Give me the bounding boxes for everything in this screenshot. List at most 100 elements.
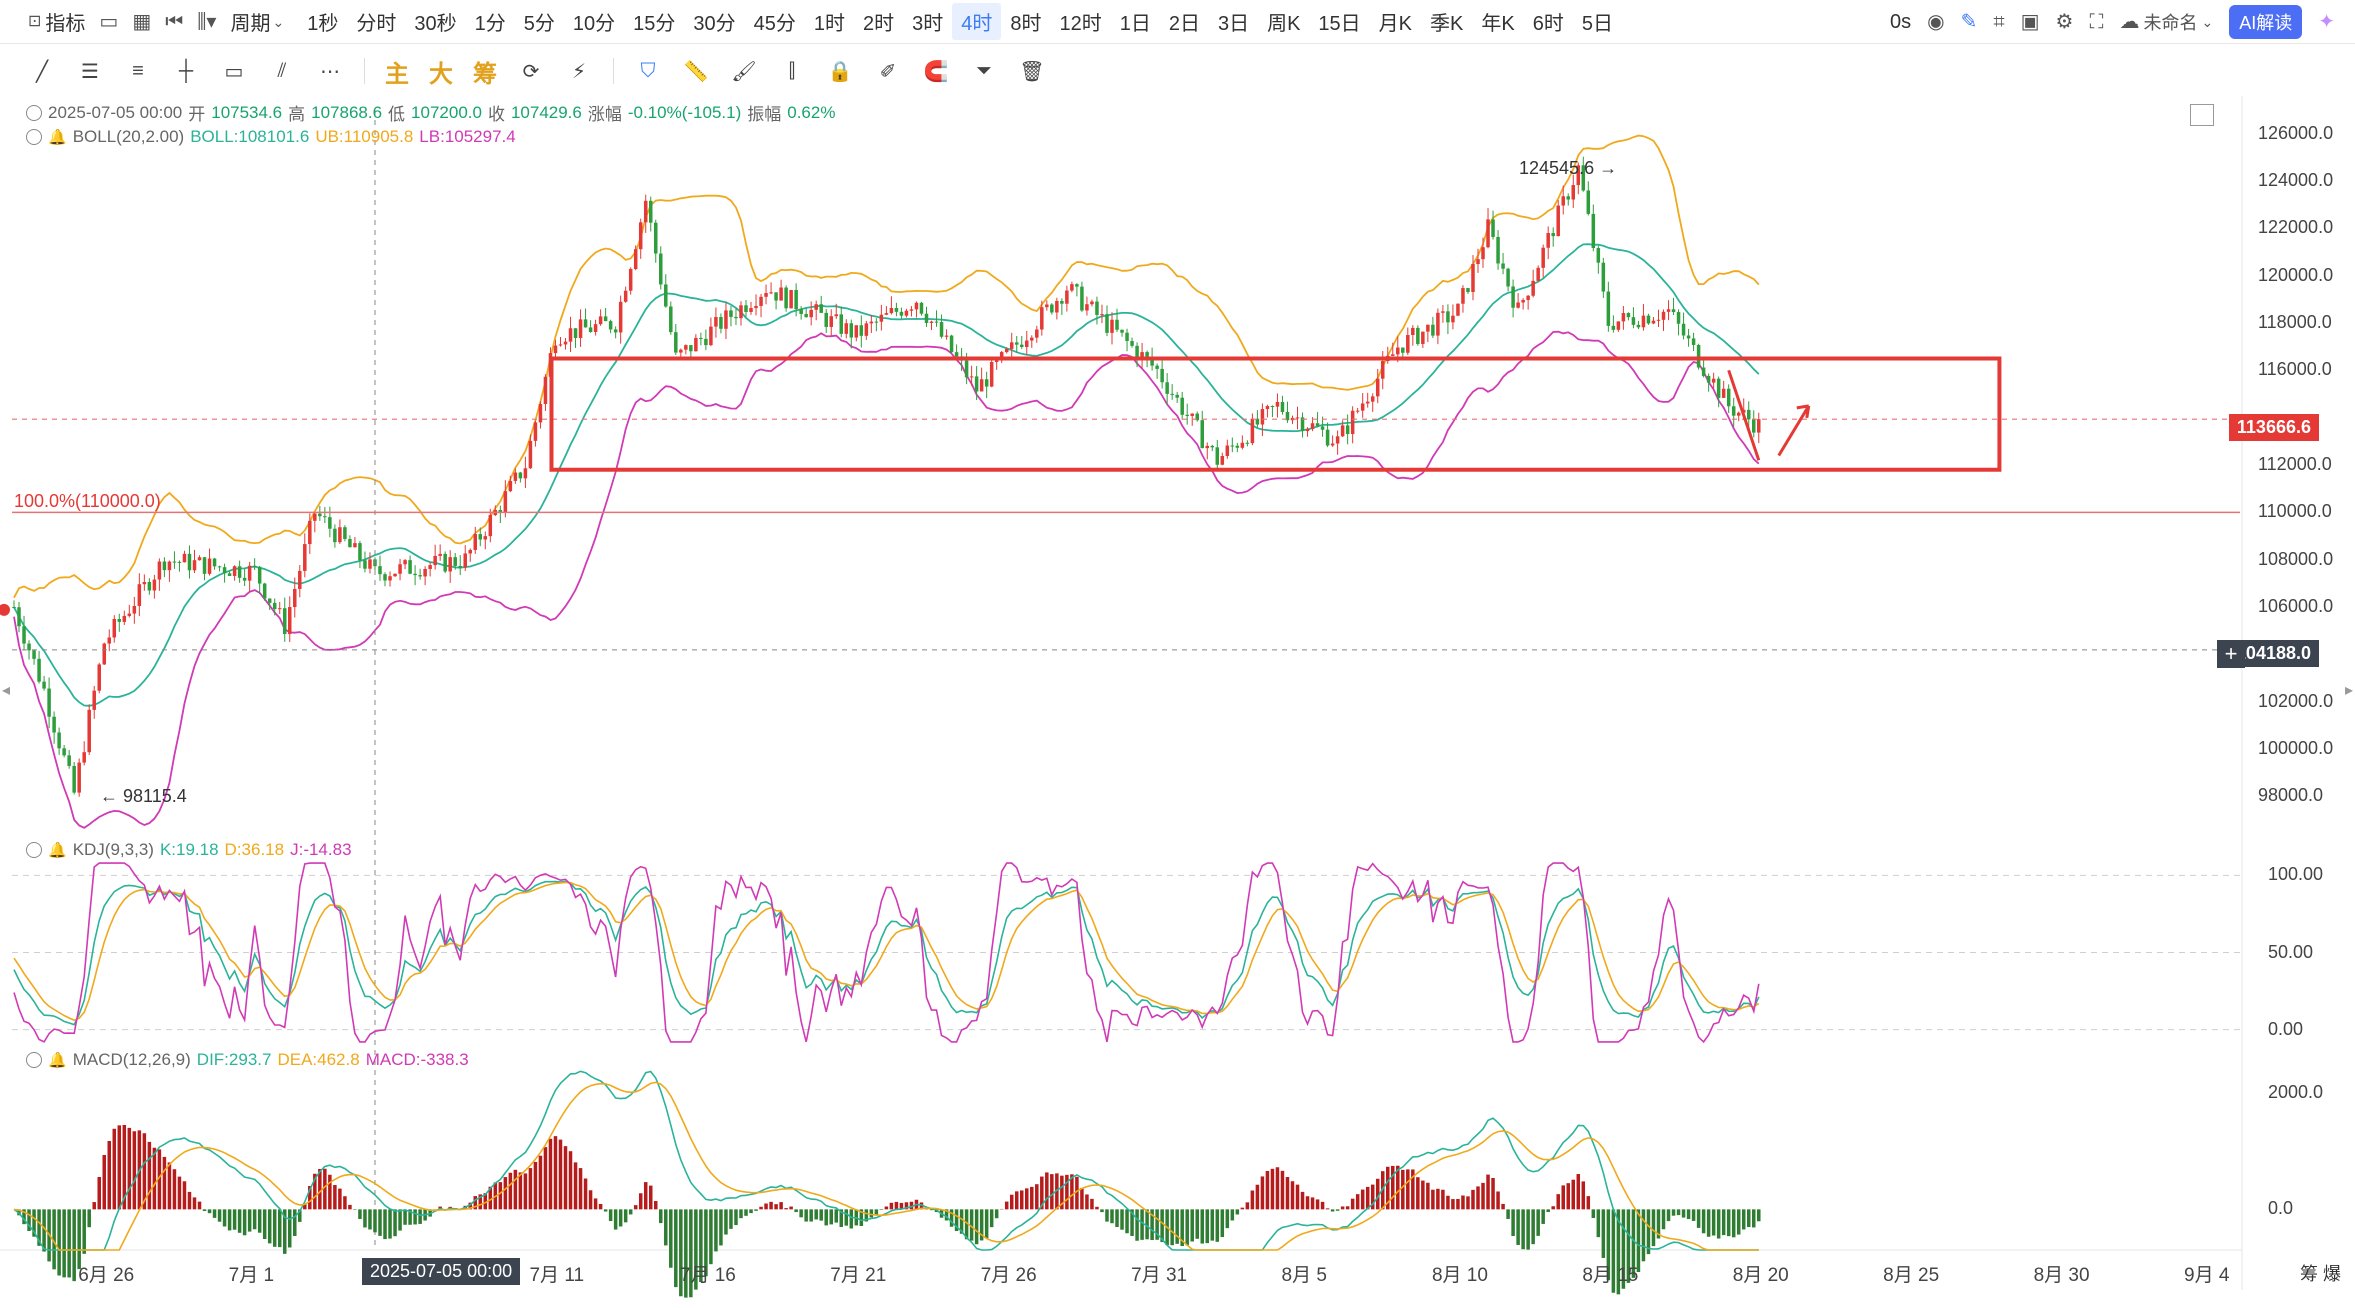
candles-icon[interactable]: ⫿ <box>778 57 806 85</box>
main-force-tool[interactable]: 主 <box>385 54 409 89</box>
candle-body <box>1406 334 1410 353</box>
period-tab[interactable]: 6时 <box>1524 3 1573 40</box>
add-alert-icon[interactable]: + <box>2217 640 2245 668</box>
candle-body <box>689 345 693 352</box>
period-tab[interactable]: 年K <box>1472 3 1523 40</box>
edit-icon[interactable]: ✐ <box>874 57 902 85</box>
ai-interpret-button[interactable]: AI解读 <box>2229 5 2303 39</box>
ruler-icon[interactable]: 📏 <box>682 57 710 85</box>
trash-icon[interactable]: 🗑 <box>1018 57 1046 85</box>
filter-icon[interactable]: ⏷ <box>970 57 998 85</box>
period-tab[interactable]: 季K <box>1421 3 1472 40</box>
pen-icon[interactable]: ✎ <box>1961 12 1978 32</box>
period-tab[interactable]: 30秒 <box>405 3 465 40</box>
line-tool-icon[interactable]: ╱ <box>28 57 56 85</box>
magnet-icon[interactable]: 🧲 <box>922 57 950 85</box>
period-tab[interactable]: 12时 <box>1050 3 1110 40</box>
bell-icon[interactable]: 🔔 <box>48 841 67 859</box>
candle-body <box>1486 219 1490 248</box>
period-tab[interactable]: 30分 <box>684 3 744 40</box>
scroll-left-icon[interactable]: ◂ <box>2 680 10 700</box>
camera-icon[interactable]: ◉ <box>1927 12 1944 32</box>
chips-tool[interactable]: 筹 <box>473 54 497 89</box>
candle-body <box>543 376 548 404</box>
candle-body <box>338 527 342 543</box>
period-tab[interactable]: 周K <box>1258 3 1309 40</box>
fullscreen-icon[interactable]: ⛶ <box>2089 12 2103 32</box>
boll-lower-band <box>13 330 1760 829</box>
period-tab[interactable]: 10分 <box>564 3 624 40</box>
magic-icon[interactable]: ⚡ <box>565 57 593 85</box>
period-tab[interactable]: 4时 <box>952 3 1002 40</box>
period-tab[interactable]: 5分 <box>515 3 564 40</box>
chevron-down-icon: ⌄ <box>272 13 285 30</box>
period-tab[interactable]: 15日 <box>1309 3 1369 40</box>
candle-body <box>1391 354 1395 356</box>
period-tab[interactable]: 月K <box>1370 3 1421 40</box>
period-tab[interactable]: 2时 <box>854 3 903 40</box>
candle-body <box>1461 288 1465 304</box>
lock-icon[interactable]: 🔒 <box>826 57 854 85</box>
crop-icon[interactable]: ⌗ <box>1993 12 2004 32</box>
layout-icon[interactable]: ▦ <box>132 12 151 32</box>
candle-body <box>242 577 247 581</box>
candle-body <box>528 440 533 469</box>
period-tab[interactable]: 分时 <box>347 3 405 40</box>
open-value: 107534.6 <box>211 102 283 122</box>
candle-body <box>1686 335 1691 339</box>
bottom-right-tools[interactable]: 筹 爆 <box>2300 1260 2341 1286</box>
period-tab[interactable]: 1分 <box>466 3 515 40</box>
collapse-icon[interactable] <box>26 1052 42 1068</box>
indicator-button[interactable]: ⊡ 指标 <box>28 7 85 36</box>
account-dropdown[interactable]: ☁ 未命名 ⌄ <box>2119 9 2213 35</box>
collapse-icon[interactable] <box>26 129 42 145</box>
candle-body <box>934 321 939 323</box>
period-tab[interactable]: 15分 <box>624 3 684 40</box>
sync-icon[interactable]: ⟳ <box>517 57 545 85</box>
channel-icon[interactable]: ≡ <box>124 57 152 85</box>
period-tab[interactable]: 1日 <box>1111 3 1160 40</box>
candle-body <box>1220 455 1225 465</box>
candle-body <box>1436 312 1440 336</box>
big-order-tool[interactable]: 大 <box>429 54 453 89</box>
candle-body <box>899 311 904 316</box>
period-tab[interactable]: 5日 <box>1573 3 1622 40</box>
period-dropdown[interactable]: 周期 ⌄ <box>230 7 284 36</box>
rectangle-icon[interactable]: ▭ <box>220 57 248 85</box>
period-tab[interactable]: 3日 <box>1209 3 1258 40</box>
price-axis-label: 102000.0 <box>2258 690 2334 711</box>
scroll-right-icon[interactable]: ▸ <box>2345 680 2353 700</box>
collapse-icon[interactable] <box>26 842 42 858</box>
calendar-icon[interactable]: ▭ <box>99 12 118 32</box>
brush-icon[interactable]: 🖌 <box>730 57 758 85</box>
period-tab[interactable]: 45分 <box>745 3 805 40</box>
candle-body <box>252 565 257 567</box>
candle-body <box>1506 268 1510 287</box>
chart-type-icon[interactable]: ⫼▾ <box>197 12 216 32</box>
candle-body <box>1305 428 1310 432</box>
candle-body <box>553 345 558 354</box>
period-tab[interactable]: 1秒 <box>298 3 347 40</box>
snapshot-icon[interactable]: ▣ <box>2021 12 2040 32</box>
fib-tool-icon[interactable]: ⫽ <box>268 57 296 85</box>
period-tab[interactable]: 1时 <box>805 3 854 40</box>
expand-icon[interactable] <box>2190 104 2214 126</box>
candle-body <box>232 566 237 576</box>
period-tab[interactable]: 3时 <box>903 3 952 40</box>
settings-icon[interactable]: ⚙ <box>2056 12 2074 32</box>
collapse-icon[interactable] <box>26 104 42 121</box>
chart-canvas[interactable] <box>0 96 2355 1308</box>
parallel-lines-icon[interactable]: ☰ <box>76 57 104 85</box>
period-tab[interactable]: 8时 <box>1001 3 1050 40</box>
period-tab[interactable]: 2日 <box>1160 3 1209 40</box>
horizontal-line-icon[interactable]: ┼ <box>172 57 200 85</box>
candle-body <box>864 323 869 336</box>
candle-body <box>1441 311 1445 313</box>
replay-icon[interactable]: ⏮ <box>165 12 183 32</box>
more-tools-icon[interactable]: ⋯ <box>316 57 344 85</box>
bookmark-icon[interactable]: ⛉ <box>634 57 662 85</box>
candle-body <box>518 472 523 479</box>
price-axis-label: 122000.0 <box>2258 217 2334 238</box>
bell-icon[interactable]: 🔔 <box>48 1051 67 1069</box>
bell-icon[interactable]: 🔔 <box>48 128 67 146</box>
